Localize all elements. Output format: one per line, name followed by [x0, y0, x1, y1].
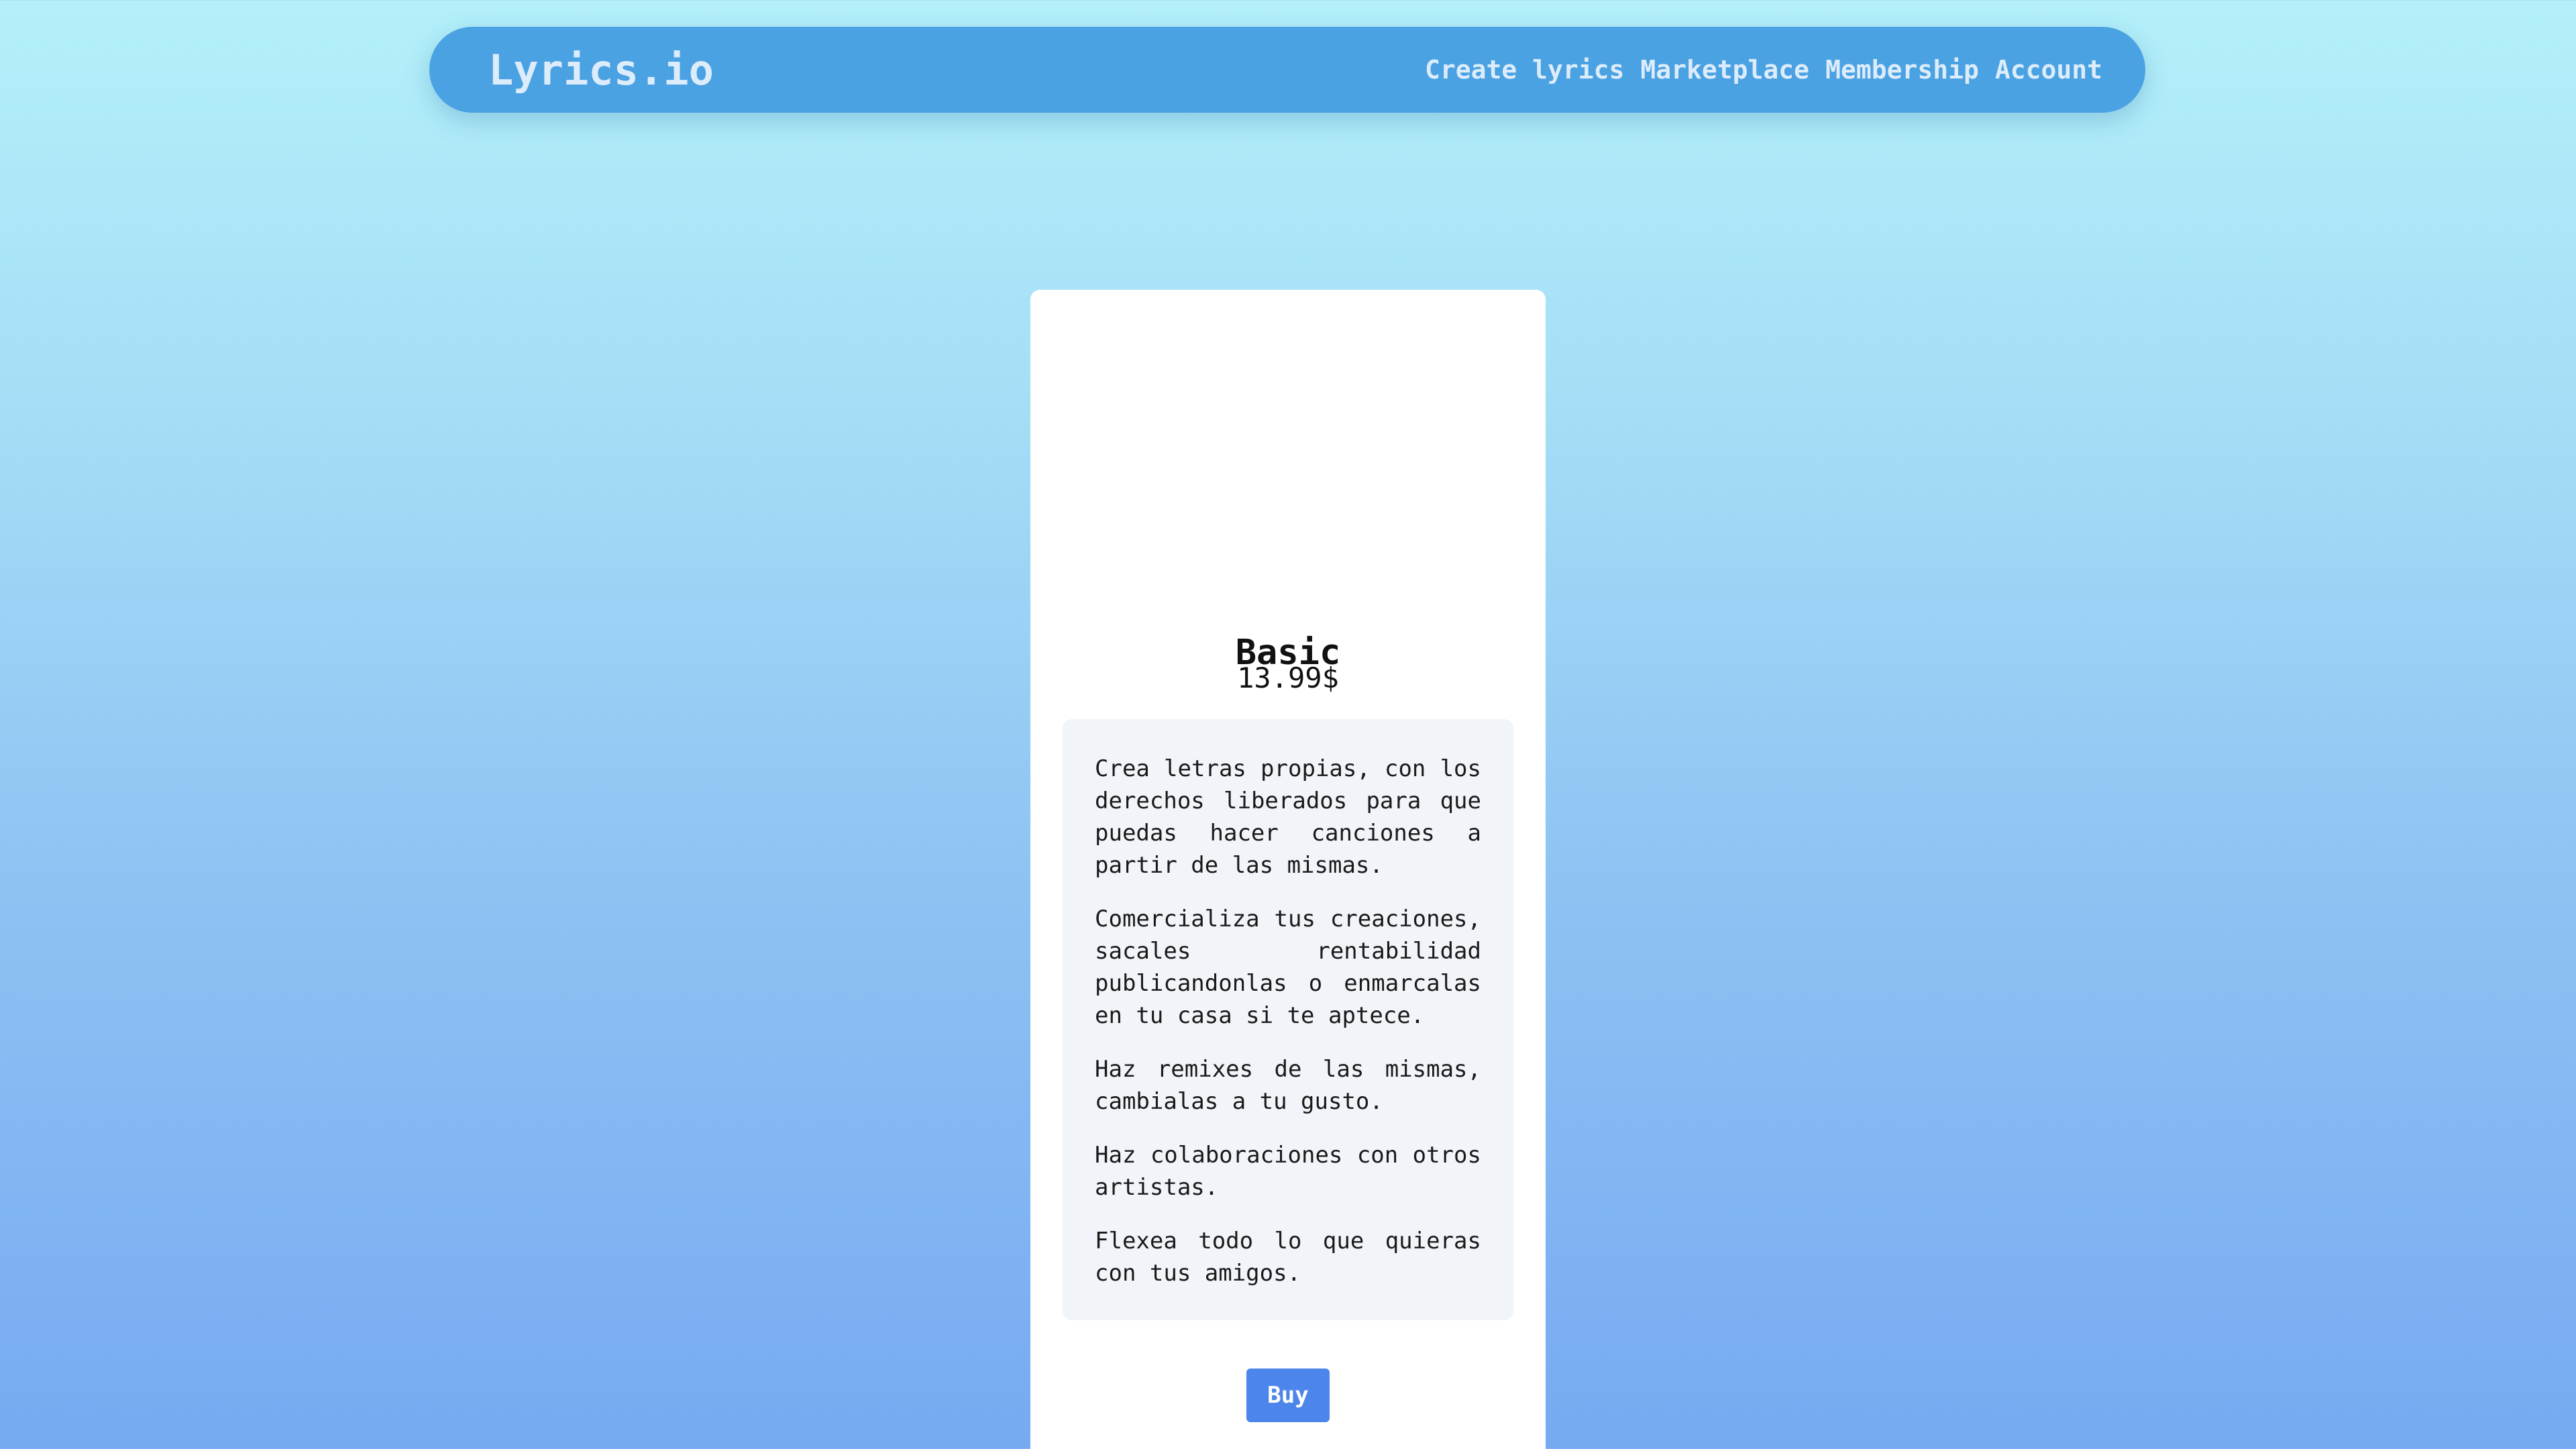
buy-button[interactable]: Buy — [1246, 1368, 1330, 1422]
brand-logo[interactable]: Lyrics.io — [488, 46, 714, 95]
nav-membership[interactable]: Membership — [1825, 55, 1979, 85]
feature-item: Comercializa tus creaciones, sacales ren… — [1095, 906, 1481, 1029]
main-nav: Create lyrics Marketplace Membership Acc… — [1425, 55, 2102, 85]
nav-marketplace[interactable]: Marketplace — [1640, 55, 1809, 85]
feature-item: Haz remixes de las mismas, cambialas a t… — [1095, 1056, 1481, 1115]
plan-card: Basic 13.99$ Crea letras propias, con lo… — [1030, 290, 1546, 1449]
feature-item: Haz colaboraciones con otros artistas. — [1095, 1142, 1481, 1201]
top-navbar: Lyrics.io Create lyrics Marketplace Memb… — [429, 27, 2145, 113]
plan-price: 13.99$ — [1237, 661, 1339, 694]
nav-create-lyrics[interactable]: Create lyrics — [1425, 55, 1624, 85]
features-box: Crea letras propias, con los derechos li… — [1063, 719, 1513, 1320]
feature-item: Crea letras propias, con los derechos li… — [1095, 755, 1481, 879]
nav-account[interactable]: Account — [1995, 55, 2102, 85]
feature-item: Flexea todo lo que quieras con tus amigo… — [1095, 1228, 1481, 1287]
